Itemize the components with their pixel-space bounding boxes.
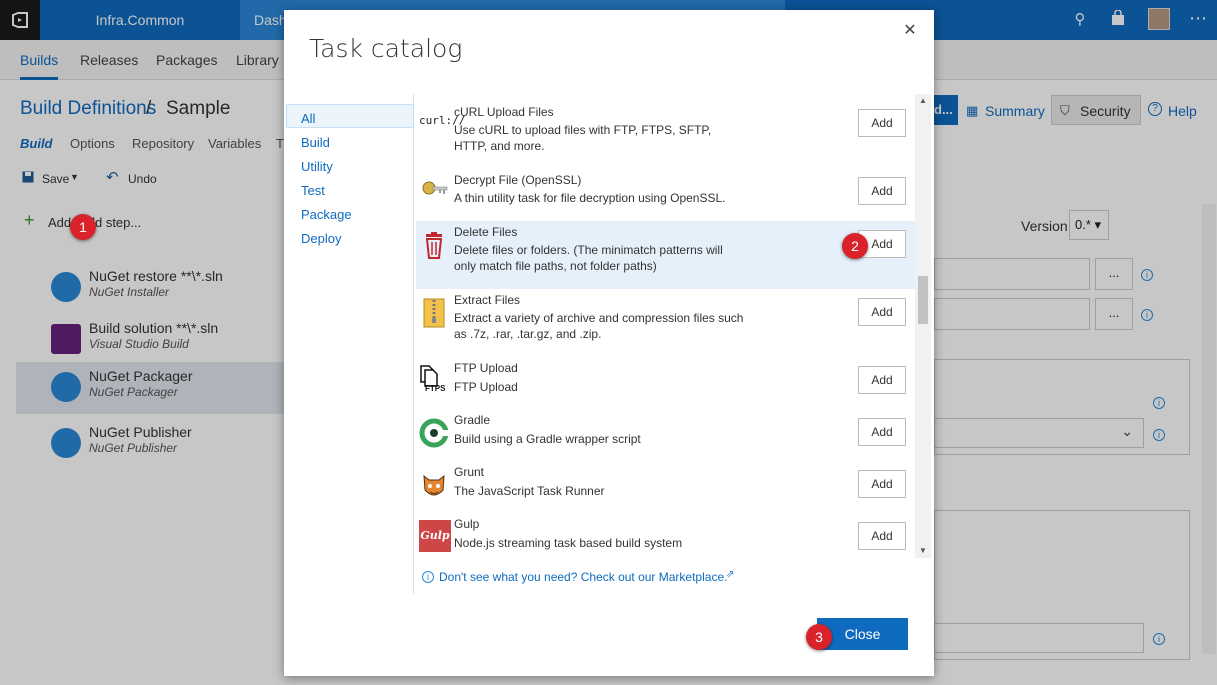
scroll-down-icon[interactable]: ▼ — [919, 546, 927, 555]
task-description: Delete files or folders. (The minimatch … — [454, 243, 723, 273]
task-description: A thin utility task for file decryption … — [454, 191, 726, 205]
task-name: Delete Files — [454, 225, 518, 239]
curl-icon: curl:// — [419, 114, 466, 127]
task-name: FTP Upload — [454, 361, 518, 375]
key-icon — [419, 176, 449, 206]
ftps-label: FTPS — [425, 384, 446, 393]
task-description: Use cURL to upload files with FTP, FTPS,… — [454, 123, 712, 153]
add-button[interactable]: Add — [858, 522, 906, 550]
task-name: Decrypt File (OpenSSL) — [454, 173, 582, 187]
task-description: Build using a Gradle wrapper script — [454, 432, 641, 446]
info-icon: i — [422, 571, 434, 583]
category-deploy[interactable]: Deploy — [301, 231, 341, 246]
add-button[interactable]: Add — [858, 109, 906, 137]
category-all[interactable]: All — [301, 111, 315, 126]
external-link-icon[interactable]: ⇗ — [726, 569, 734, 580]
task-row: Gulp Gulp Node.js streaming task based b… — [415, 514, 915, 566]
callout-badge: 2 — [842, 233, 868, 259]
callout-badge: 1 — [70, 214, 96, 240]
task-row: Grunt The JavaScript Task Runner Add — [415, 462, 915, 514]
callout-badge: 3 — [806, 624, 832, 650]
task-name: Extract Files — [454, 293, 521, 307]
task-name: Gulp — [454, 517, 480, 531]
scroll-thumb[interactable] — [918, 276, 928, 324]
dialog-title: Task catalog — [309, 34, 463, 63]
task-description: Node.js streaming task based build syste… — [454, 536, 683, 550]
category-utility[interactable]: Utility — [301, 159, 333, 174]
marketplace-link[interactable]: Don't see what you need? Check out our M… — [439, 570, 727, 584]
add-button[interactable]: Add — [858, 366, 906, 394]
scroll-up-icon[interactable]: ▲ — [919, 96, 927, 105]
task-row: FTPS FTP Upload FTP Upload Add — [415, 358, 915, 410]
task-description: Extract a variety of archive and compres… — [454, 311, 744, 341]
task-row: curl:// cURL Upload Files Use cURL to up… — [415, 94, 915, 162]
close-icon[interactable]: ✕ — [900, 20, 920, 40]
task-catalog-dialog: Task catalog ✕ All Build Utility Test Pa… — [284, 10, 934, 676]
ftps-icon: FTPS — [419, 364, 449, 394]
task-name: cURL Upload Files — [454, 105, 554, 119]
category-package[interactable]: Package — [301, 207, 352, 222]
zip-icon — [419, 298, 449, 328]
task-row: Decrypt File (OpenSSL) A thin utility ta… — [415, 162, 915, 222]
category-build[interactable]: Build — [301, 135, 330, 150]
task-name: Gradle — [454, 413, 491, 427]
gradle-icon — [419, 418, 449, 448]
add-button[interactable]: Add — [858, 298, 906, 326]
task-list-scrollbar[interactable] — [915, 94, 931, 558]
add-button[interactable]: Add — [858, 418, 906, 446]
task-row: Delete Files Delete files or folders. (T… — [415, 222, 915, 290]
task-name: Grunt — [454, 465, 485, 479]
task-row: Gradle Build using a Gradle wrapper scri… — [415, 410, 915, 462]
grunt-icon — [419, 470, 449, 500]
trash-icon — [419, 230, 449, 260]
category-test[interactable]: Test — [301, 183, 325, 198]
add-button[interactable]: Add — [858, 470, 906, 498]
gulp-icon: Gulp — [419, 520, 451, 552]
add-button[interactable]: Add — [858, 177, 906, 205]
task-description: The JavaScript Task Runner — [454, 484, 605, 498]
task-row: Extract Files Extract a variety of archi… — [415, 290, 915, 358]
task-description: FTP Upload — [454, 380, 518, 394]
